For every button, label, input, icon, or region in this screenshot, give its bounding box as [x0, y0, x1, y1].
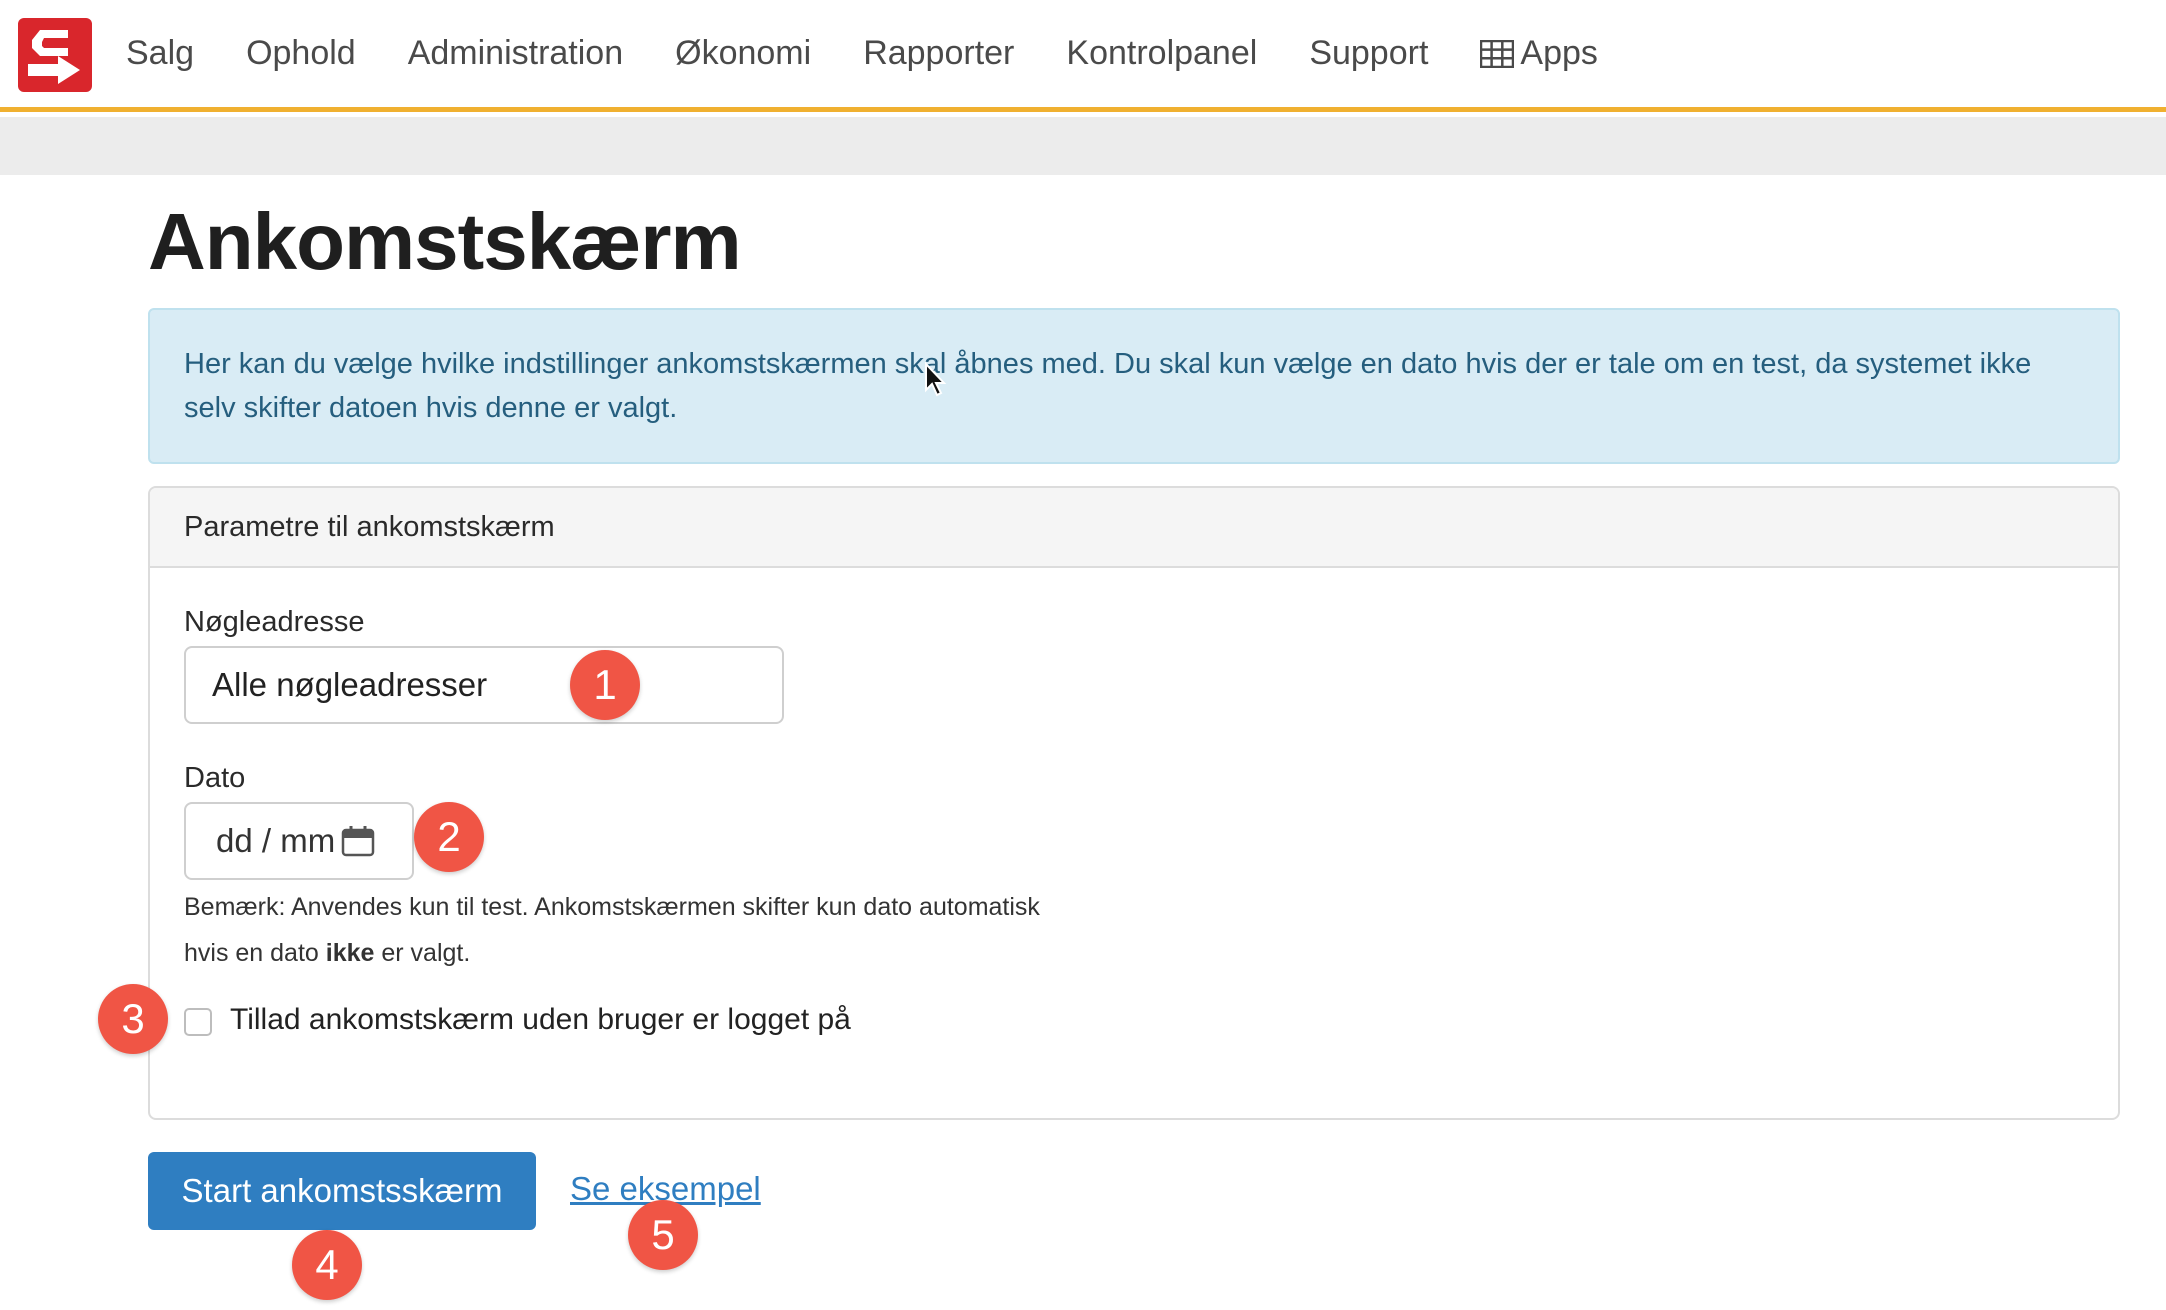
- annotation-marker-2: 2: [414, 802, 484, 872]
- key-address-value: Alle nøgleadresser: [212, 666, 488, 703]
- nav-item-administration[interactable]: Administration: [408, 34, 623, 73]
- nav-item-ophold[interactable]: Ophold: [246, 34, 356, 73]
- top-navbar: Salg Ophold Administration Økonomi Rappo…: [0, 0, 2166, 112]
- start-arrival-screen-button[interactable]: Start ankomstsskærm: [148, 1152, 536, 1230]
- main-menu: Salg Ophold Administration Økonomi Rappo…: [126, 0, 1650, 107]
- nav-item-salg[interactable]: Salg: [126, 34, 194, 73]
- nav-item-kontrolpanel[interactable]: Kontrolpanel: [1066, 34, 1257, 73]
- nav-item-apps[interactable]: Apps: [1480, 34, 1598, 73]
- date-placeholder: dd / mm: [216, 822, 336, 859]
- date-hint-line2: hvis en dato ikke er valgt.: [184, 939, 471, 967]
- allow-anonymous-checkbox[interactable]: [184, 1008, 212, 1036]
- grid-icon: [1480, 39, 1515, 68]
- annotation-marker-5: 5: [628, 1200, 698, 1270]
- mouse-cursor-icon: [925, 362, 947, 397]
- info-alert: Her kan du vælge hvilke indstillinger an…: [148, 308, 2120, 464]
- date-hint-line1: Bemærk: Anvendes kun til test. Ankomstsk…: [184, 893, 1040, 921]
- annotation-marker-3: 3: [98, 984, 168, 1054]
- card-header: Parametre til ankomstskærm: [150, 488, 2118, 568]
- annotation-marker-4: 4: [292, 1230, 362, 1300]
- key-address-label: Nøgleadresse: [184, 606, 365, 638]
- date-label: Dato: [184, 762, 246, 794]
- brand-logo-icon[interactable]: [18, 18, 92, 92]
- allow-anonymous-label[interactable]: Tillad ankomstskærm uden bruger er logge…: [230, 1003, 851, 1037]
- nav-item-rapporter[interactable]: Rapporter: [863, 34, 1014, 73]
- date-input[interactable]: dd / mm: [184, 802, 414, 880]
- calendar-icon[interactable]: [341, 825, 375, 857]
- nav-item-okonomi[interactable]: Økonomi: [675, 34, 811, 73]
- key-address-select[interactable]: Alle nøgleadresser: [184, 646, 784, 724]
- nav-item-support[interactable]: Support: [1309, 34, 1428, 73]
- breadcrumb-bar: [0, 117, 2166, 175]
- page-title: Ankomstskærm: [148, 197, 742, 286]
- annotation-marker-1: 1: [570, 650, 640, 720]
